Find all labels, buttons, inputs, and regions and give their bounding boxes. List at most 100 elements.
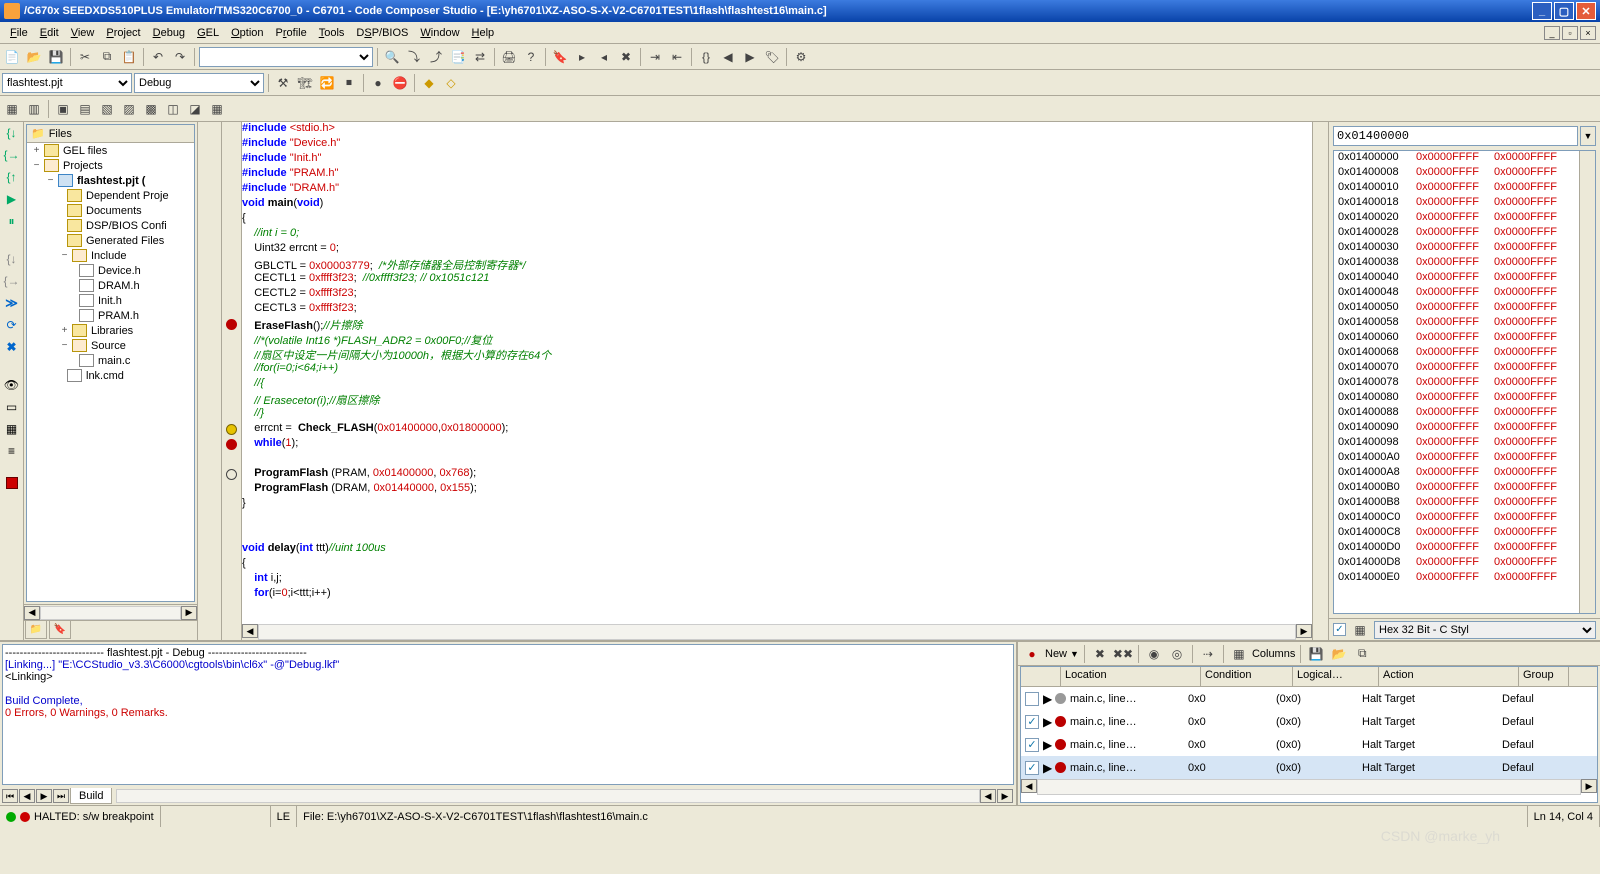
bkpt-col-action[interactable]: Action [1379, 667, 1519, 686]
build-icon[interactable]: 🏗 [295, 73, 315, 93]
menu-gel[interactable]: GEL [191, 25, 225, 41]
tree-docs[interactable]: Documents [84, 205, 142, 217]
tree-file[interactable]: Init.h [96, 295, 122, 307]
compile-icon[interactable]: ⚒ [273, 73, 293, 93]
view10-icon[interactable]: ▦ [207, 99, 227, 119]
project-tree[interactable]: 📁Files +GEL files −Projects −flashtest.p… [26, 124, 195, 602]
bookmark-toggle-icon[interactable]: 🔖 [550, 47, 570, 67]
tree-file[interactable]: PRAM.h [96, 310, 139, 322]
bkpt-enable-icon[interactable]: ◉ [1144, 644, 1164, 664]
gear-icon[interactable]: ⚙ [791, 47, 811, 67]
view3-icon[interactable]: ▣ [53, 99, 73, 119]
bkpt-col-group[interactable]: Group [1519, 667, 1569, 686]
view1-icon[interactable]: ▦ [2, 99, 22, 119]
maximize-button[interactable]: ▢ [1554, 2, 1574, 20]
menu-debug[interactable]: Debug [147, 25, 191, 41]
run-free-icon[interactable]: ≫ [3, 294, 21, 312]
menu-window[interactable]: Window [414, 25, 465, 41]
tree-gel[interactable]: GEL files [61, 145, 107, 157]
asm-step-over-icon[interactable]: {→ [3, 272, 21, 290]
editor-vscroll[interactable] [1312, 122, 1328, 640]
probe-remove-icon[interactable]: ◇ [441, 73, 461, 93]
bookmark-prev-icon[interactable]: ◂ [594, 47, 614, 67]
doc-minimize-button[interactable]: _ [1544, 26, 1560, 40]
save-icon[interactable]: 💾 [46, 47, 66, 67]
bkpt-col-condition[interactable]: Condition [1201, 667, 1293, 686]
bookmark-next-icon[interactable]: ▸ [572, 47, 592, 67]
view4-icon[interactable]: ▤ [75, 99, 95, 119]
open-file-icon[interactable]: 📂 [24, 47, 44, 67]
outdent-icon[interactable]: ⇤ [667, 47, 687, 67]
tree-libs[interactable]: Libraries [89, 325, 133, 337]
tree-source[interactable]: Source [89, 340, 126, 352]
tree-dspbios[interactable]: DSP/BIOS Confi [84, 220, 167, 232]
match-brace-icon[interactable]: {} [696, 47, 716, 67]
nav-fwd-icon[interactable]: ▶ [740, 47, 760, 67]
view2-icon[interactable]: ▥ [24, 99, 44, 119]
find-prev-icon[interactable]: ⤴ [426, 47, 446, 67]
tree-include[interactable]: Include [89, 250, 126, 262]
stack-icon[interactable]: ≡ [3, 442, 21, 460]
mem-icon[interactable]: ▦ [3, 420, 21, 438]
undo-icon[interactable]: ↶ [148, 47, 168, 67]
tag-icon[interactable]: 🏷 [762, 47, 782, 67]
help-icon[interactable]: ? [521, 47, 541, 67]
tree-file[interactable]: DRAM.h [96, 280, 140, 292]
config-combo[interactable]: Debug [134, 73, 264, 93]
doc-restore-button[interactable]: ▫ [1562, 26, 1578, 40]
tree-projects[interactable]: Projects [61, 160, 103, 172]
find-icon[interactable]: 🔍 [382, 47, 402, 67]
memory-vscroll[interactable] [1579, 151, 1595, 613]
bkpt-goto-icon[interactable]: ⇢ [1198, 644, 1218, 664]
bkpt-import-icon[interactable]: 📂 [1329, 644, 1349, 664]
step-into-icon[interactable]: {↓ [3, 124, 21, 142]
find-infiles-icon[interactable]: 📑 [448, 47, 468, 67]
step-over-icon[interactable]: {→ [3, 146, 21, 164]
tree-file[interactable]: main.c [96, 355, 130, 367]
output-tab-next[interactable]: ▶ [36, 789, 52, 803]
output-body[interactable]: --------------------------- flashtest.pj… [2, 644, 1014, 785]
new-file-icon[interactable]: 📄 [2, 47, 22, 67]
menu-tools[interactable]: Tools [313, 25, 351, 41]
menu-project[interactable]: Project [100, 25, 146, 41]
memory-grid[interactable]: 0x014000000x0000FFFF0x0000FFFF0x01400008… [1333, 150, 1596, 614]
memory-format-combo[interactable]: Hex 32 Bit - C Styl [1374, 621, 1596, 639]
bkpt-disable-icon[interactable]: ◎ [1167, 644, 1187, 664]
run-icon[interactable]: ▶ [3, 190, 21, 208]
view6-icon[interactable]: ▨ [119, 99, 139, 119]
nav-back-icon[interactable]: ◀ [718, 47, 738, 67]
menu-profile[interactable]: Profile [270, 25, 313, 41]
indent-icon[interactable]: ⇥ [645, 47, 665, 67]
tree-projectname[interactable]: flashtest.pjt ( [75, 175, 145, 187]
reg-icon[interactable]: ▭ [3, 398, 21, 416]
find-next-icon[interactable]: ⤵ [404, 47, 424, 67]
editor-hscroll[interactable]: ◀▶ [242, 624, 1312, 640]
output-tab-first[interactable]: ⏮ [2, 789, 18, 803]
memory-address-input[interactable] [1333, 126, 1578, 146]
view7-icon[interactable]: ▩ [141, 99, 161, 119]
probe-toggle-icon[interactable]: ◆ [419, 73, 439, 93]
bkpt-opts-icon[interactable]: ⧉ [1352, 644, 1372, 664]
menu-dspbios[interactable]: DSP/BIOS [350, 25, 414, 41]
output-hscroll-left[interactable]: ◀ [980, 789, 996, 803]
bkpt-delall-icon[interactable]: ✖✖ [1113, 644, 1133, 664]
output-tab-last[interactable]: ⏭ [53, 789, 69, 803]
close-button[interactable]: ✕ [1576, 2, 1596, 20]
menu-help[interactable]: Help [466, 25, 501, 41]
halt2-icon[interactable]: ✖ [3, 338, 21, 356]
bkpt-del-icon[interactable]: ✖ [1090, 644, 1110, 664]
menu-file[interactable]: File [4, 25, 34, 41]
redo-icon[interactable]: ↷ [170, 47, 190, 67]
bookmark-clear-icon[interactable]: ✖ [616, 47, 636, 67]
animate-icon[interactable]: ⟳ [3, 316, 21, 334]
breakpoints-table[interactable]: Location Condition Logical… Action Group… [1020, 666, 1598, 803]
asm-step-into-icon[interactable]: {↓ [3, 250, 21, 268]
copy-icon[interactable]: ⧉ [97, 47, 117, 67]
record-icon[interactable] [3, 474, 21, 492]
bkpt-col-logical[interactable]: Logical… [1293, 667, 1379, 686]
breakpoint-toggle-icon[interactable]: ● [368, 73, 388, 93]
breakpoint-remove-icon[interactable]: ⛔ [390, 73, 410, 93]
tree-lnk[interactable]: lnk.cmd [84, 370, 124, 382]
output-hscroll-right[interactable]: ▶ [997, 789, 1013, 803]
search-combo[interactable] [199, 47, 373, 67]
